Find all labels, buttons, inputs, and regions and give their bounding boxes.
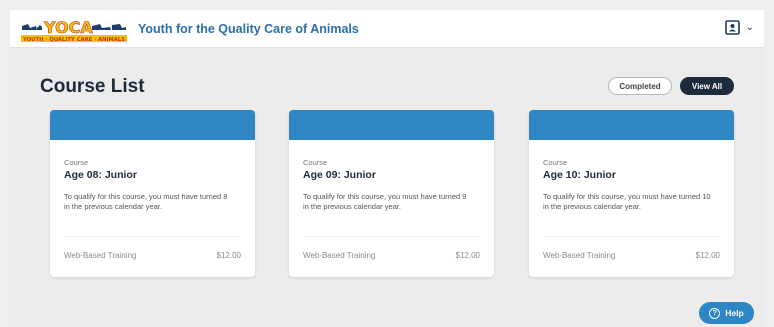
course-card[interactable]: Course Age 09: Junior To qualify for thi…	[289, 110, 494, 277]
account-menu[interactable]: ⌄	[724, 20, 754, 35]
course-card-banner	[50, 110, 255, 140]
course-description: To qualify for this course, you must hav…	[64, 192, 228, 211]
course-title: Age 08: Junior	[64, 169, 137, 181]
help-button[interactable]: ? Help	[699, 302, 754, 324]
page-title: Course List	[40, 76, 145, 97]
svg-text:YOUTH · QUALITY CARE · ANIMALS: YOUTH · QUALITY CARE · ANIMALS	[22, 37, 125, 43]
course-kicker: Course	[543, 158, 568, 167]
completed-filter-button[interactable]: Completed	[608, 77, 672, 95]
site-title: Youth for the Quality Care of Animals	[138, 22, 359, 36]
course-kicker: Course	[303, 158, 328, 167]
chevron-down-icon[interactable]: ⌄	[746, 22, 754, 33]
course-card[interactable]: Course Age 10: Junior To qualify for thi…	[529, 110, 734, 277]
yoca-logo[interactable]: YOCA YOUTH · QUALITY CARE · ANIMALS	[20, 16, 128, 44]
course-type: Web-Based Training	[303, 251, 376, 260]
course-description: To qualify for this course, you must hav…	[543, 192, 711, 211]
course-card-banner	[529, 110, 734, 140]
course-type: Web-Based Training	[543, 251, 616, 260]
course-footer: Web-Based Training $12.00	[64, 236, 241, 260]
course-kicker: Course	[64, 158, 89, 167]
course-footer: Web-Based Training $12.00	[303, 236, 480, 260]
question-circle-icon: ?	[709, 307, 721, 319]
course-price: $12.00	[455, 251, 480, 260]
course-type: Web-Based Training	[64, 251, 137, 260]
course-card[interactable]: Course Age 08: Junior To qualify for thi…	[50, 110, 255, 277]
course-card-banner	[289, 110, 494, 140]
help-label: Help	[725, 308, 744, 318]
account-card-icon[interactable]	[724, 20, 740, 35]
course-title: Age 10: Junior	[543, 169, 616, 181]
course-description: To qualify for this course, you must hav…	[303, 192, 467, 211]
top-bar: YOCA YOUTH · QUALITY CARE · ANIMALS Yout…	[10, 10, 764, 48]
course-title: Age 09: Junior	[303, 169, 376, 181]
course-price: $12.00	[216, 251, 241, 260]
course-footer: Web-Based Training $12.00	[543, 236, 720, 260]
course-price: $12.00	[695, 251, 720, 260]
view-all-filter-button[interactable]: View All	[680, 77, 734, 95]
svg-text:YOCA: YOCA	[43, 18, 93, 37]
